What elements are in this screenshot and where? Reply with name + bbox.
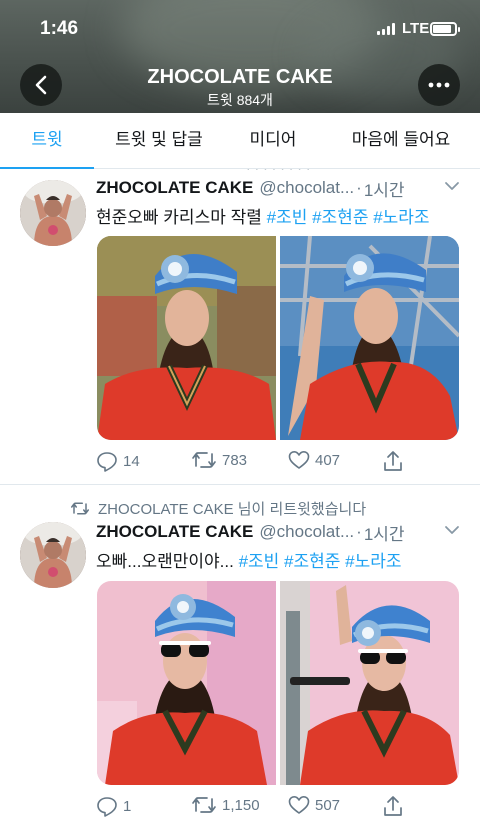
meta-separator: · xyxy=(356,522,362,541)
status-time: 1:46 xyxy=(40,18,79,39)
hashtag-link[interactable]: #조빈 xyxy=(267,208,308,227)
like-count: 507 xyxy=(315,796,341,814)
retweet-note[interactable]: ZHOCOLATE CAKE 님이 리트윗했습니다 xyxy=(98,498,366,519)
share-button[interactable] xyxy=(383,450,403,472)
hashtag-link[interactable]: #조현준 xyxy=(284,552,340,571)
avatar[interactable] xyxy=(20,522,86,588)
hashtag-link[interactable]: #노라조 xyxy=(373,208,429,227)
tweet-actions: 1 1,150 507 xyxy=(96,795,416,821)
tab-likes[interactable]: 마음에 들어요 xyxy=(322,113,480,168)
like-button[interactable]: 507 xyxy=(288,795,340,815)
retweet-icon xyxy=(192,797,216,813)
hashtag-link[interactable]: #조현준 xyxy=(312,208,368,227)
more-dots-icon xyxy=(428,82,450,88)
heart-icon xyxy=(288,796,310,814)
tweet[interactable]: ZHOCOLATE CAKE 님이 리트윗했습니다 ZHOCOLATE CAKE… xyxy=(0,486,480,826)
author-name[interactable]: ZHOCOLATE CAKE xyxy=(96,178,253,198)
share-button[interactable] xyxy=(383,795,403,817)
reply-count: 14 xyxy=(123,452,140,470)
author-handle[interactable]: @chocolat... xyxy=(259,178,354,198)
avatar[interactable] xyxy=(20,180,86,246)
retweet-icon xyxy=(71,502,89,515)
reply-count: 1 xyxy=(123,797,132,815)
tweet-meta: ZHOCOLATE CAKE @chocolat... · 1시간 xyxy=(96,176,464,200)
tweet[interactable]: ZHOCOLATE CAKE @chocolat... · 1시간 현준오빠 카… xyxy=(0,170,480,485)
heart-icon xyxy=(288,451,310,469)
like-count: 407 xyxy=(315,451,341,469)
retweet-count: 783 xyxy=(222,451,248,469)
tweet-text: 현준오빠 카리스마 작렬 #조빈 #조현준 #노라조 xyxy=(96,203,464,228)
profile-header: 1:46 LTE ZHOCOLATE CAKE 트윗 884개 xyxy=(0,0,480,113)
tweet-media xyxy=(97,236,459,440)
retweet-button[interactable]: 1,150 xyxy=(191,795,260,815)
hashtag-link[interactable]: #노라조 xyxy=(345,552,401,571)
tab-media[interactable]: 미디어 xyxy=(224,113,322,168)
retweet-indicator: ZHOCOLATE CAKE 님이 리트윗했습니다 xyxy=(70,498,366,519)
tweet-actions: 14 783 407 xyxy=(96,450,416,476)
profile-name-title: ZHOCOLATE CAKE xyxy=(147,66,333,88)
hashtag-link[interactable]: #조빈 xyxy=(239,552,280,571)
tweet-photo[interactable] xyxy=(280,581,459,785)
tweet-time: 1시간 xyxy=(363,180,405,200)
reply-icon xyxy=(97,797,117,817)
cellular-signal-icon xyxy=(377,23,395,35)
tab-tweets[interactable]: 트윗 xyxy=(0,113,94,169)
tweet-body-text: 현준오빠 카리스마 작렬 xyxy=(96,208,262,227)
share-icon xyxy=(384,451,402,471)
tweet-media xyxy=(97,581,459,785)
chevron-down-icon[interactable] xyxy=(444,180,460,192)
reply-icon xyxy=(97,452,117,472)
meta-separator: · xyxy=(356,178,362,197)
tweet-time: 1시간 xyxy=(363,524,405,544)
author-handle[interactable]: @chocolat... xyxy=(259,522,354,542)
retweet-icon xyxy=(192,452,216,468)
tweet-photo[interactable] xyxy=(280,236,459,440)
author-name[interactable]: ZHOCOLATE CAKE xyxy=(96,522,253,542)
reply-button[interactable]: 14 xyxy=(96,450,140,472)
chevron-down-icon[interactable] xyxy=(444,524,460,536)
tweet-meta: ZHOCOLATE CAKE @chocolat... · 1시간 xyxy=(96,520,464,544)
like-button[interactable]: 407 xyxy=(288,450,340,470)
retweet-button[interactable]: 783 xyxy=(191,450,247,470)
retweet-count: 1,150 xyxy=(222,796,260,814)
share-icon xyxy=(384,796,402,816)
battery-icon xyxy=(430,22,460,36)
tweet-count: 트윗 884개 xyxy=(207,92,273,108)
tweet-text: 오빠...오랜만이야... #조빈 #조현준 #노라조 xyxy=(96,547,464,572)
tweet-photo[interactable] xyxy=(97,236,276,440)
tweet-photo[interactable] xyxy=(97,581,276,785)
tab-tweets-and-replies[interactable]: 트윗 및 답글 xyxy=(94,113,224,168)
network-type: LTE xyxy=(402,20,430,37)
tweet-body-text: 오빠...오랜만이야... xyxy=(96,552,234,571)
profile-tabs: 트윗 트윗 및 답글 미디어 마음에 들어요 xyxy=(0,113,480,169)
reply-button[interactable]: 1 xyxy=(96,795,131,817)
more-options-button[interactable] xyxy=(418,64,460,106)
